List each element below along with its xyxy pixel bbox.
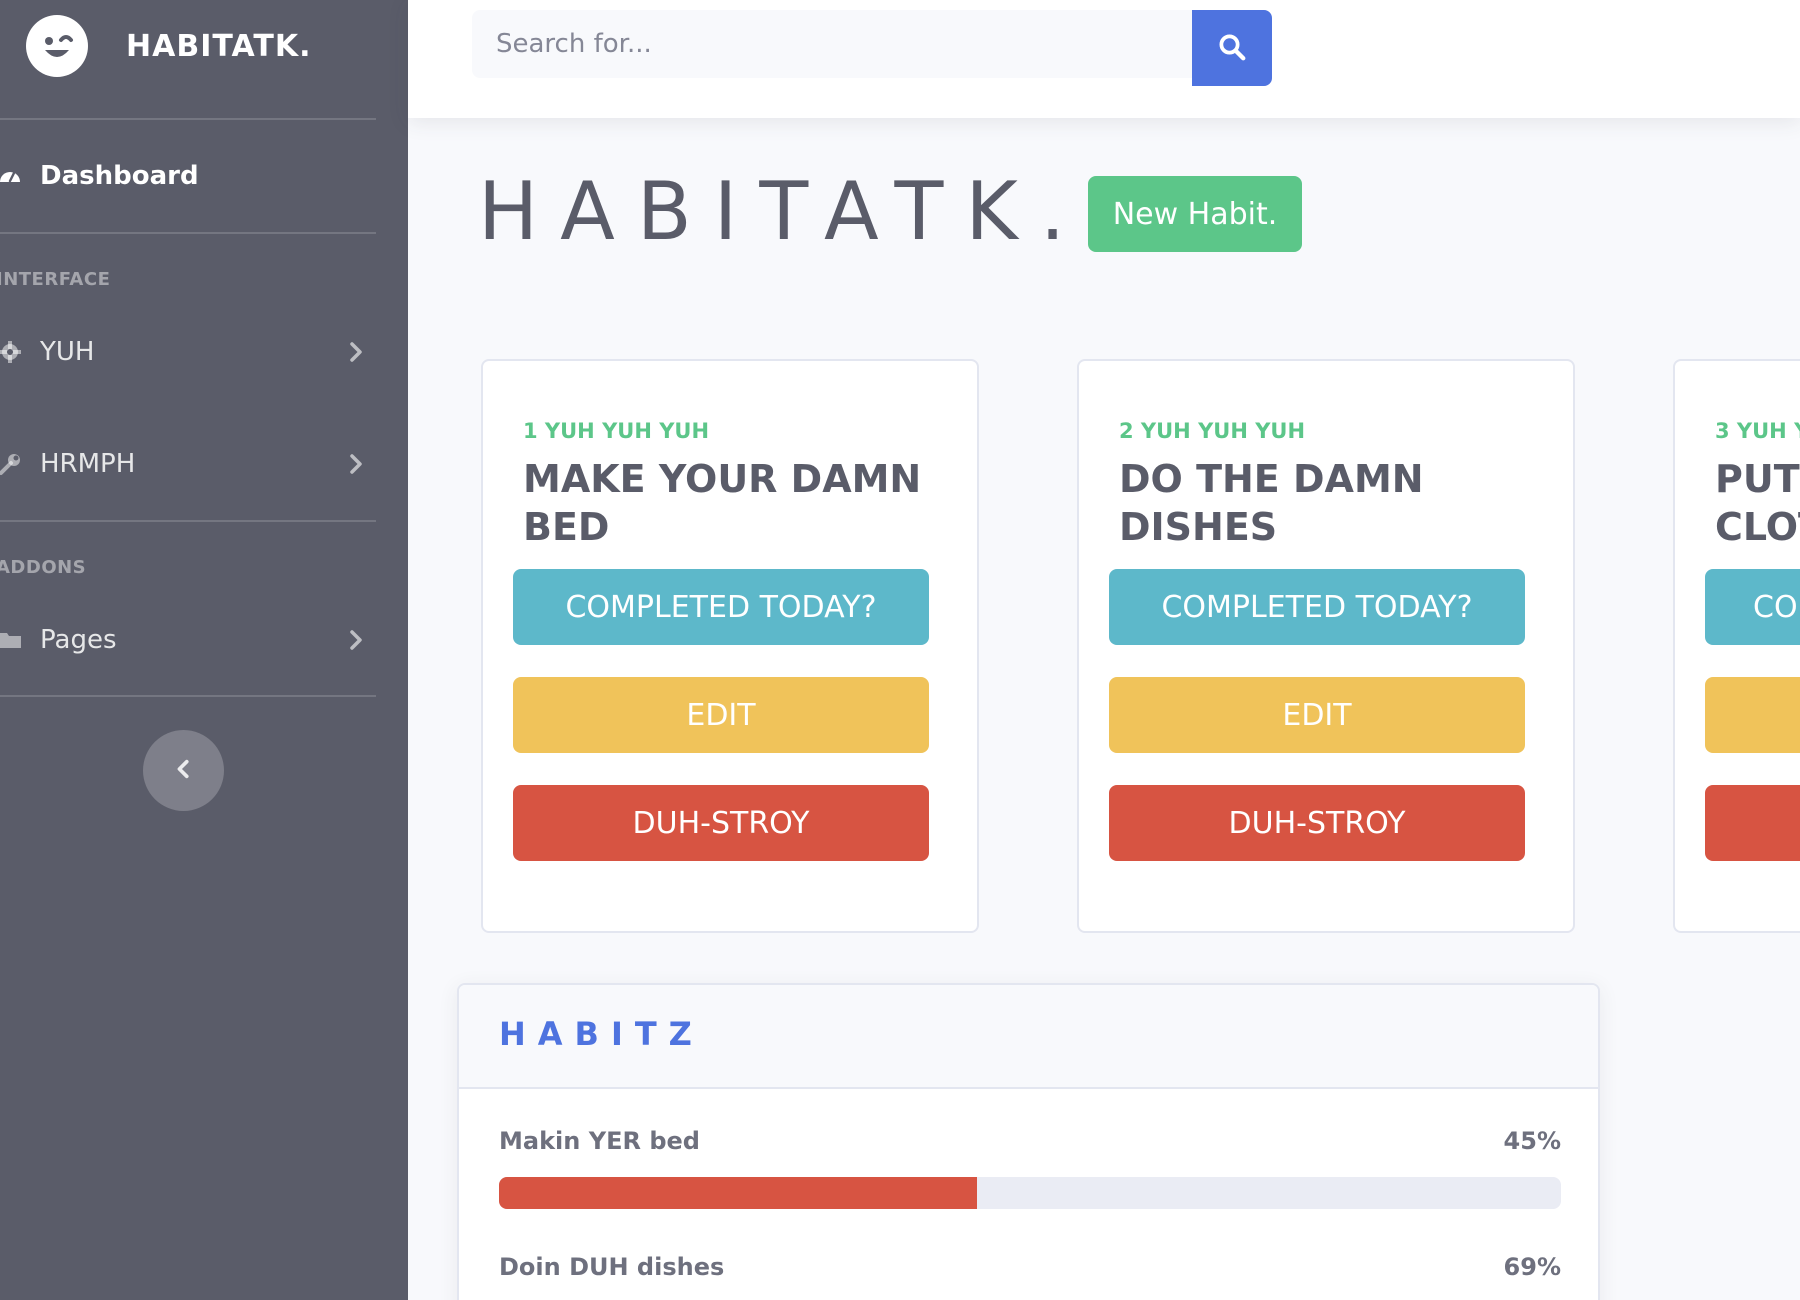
habit-card: 2 YUH YUH YUH DO THE DAMN DISHES COMPLET… [1077, 359, 1575, 933]
edit-button[interactable]: EDIT [1109, 677, 1525, 753]
completed-today-button[interactable]: CO [1705, 569, 1800, 645]
search-icon [1217, 32, 1247, 65]
gear-icon [0, 340, 22, 364]
sidebar-brand[interactable]: HABITATK. [26, 14, 311, 78]
search-input[interactable] [472, 10, 1192, 78]
habit-card: 3 YUH Y PUT CLOT CO [1673, 359, 1800, 933]
sidebar-item-label: YUH [40, 337, 95, 367]
destroy-button[interactable]: DUH-STROY [513, 785, 929, 861]
sidebar-toggle-button[interactable] [143, 730, 224, 811]
wink-face-logo-icon [26, 15, 88, 77]
chevron-right-icon [344, 628, 368, 652]
progress-label: Doin DUH dishes [499, 1253, 725, 1281]
search-button[interactable] [1192, 10, 1272, 86]
habit-card-title-line: DO THE DAMN [1119, 457, 1424, 501]
sidebar-heading-interface: INTERFACE [0, 269, 111, 290]
habitz-panel-title: HABITZ [499, 1015, 704, 1053]
edit-button[interactable] [1705, 677, 1800, 753]
habit-card-title-line: CLOT [1715, 505, 1800, 549]
sidebar-item-label: HRMPH [40, 449, 136, 479]
sidebar-item-dashboard[interactable]: Dashboard [0, 146, 376, 206]
habit-card: 1 YUH YUH YUH MAKE YOUR DAMN BED COMPLET… [481, 359, 979, 933]
tachometer-icon [0, 164, 22, 188]
wrench-icon [0, 452, 22, 476]
sidebar-item-label: Dashboard [40, 161, 199, 191]
progress-percent: 69% [1503, 1253, 1561, 1281]
completed-today-button[interactable]: COMPLETED TODAY? [1109, 569, 1525, 645]
progress-bar [499, 1177, 1561, 1209]
progress-bar-fill [499, 1177, 977, 1209]
search-bar [472, 10, 1272, 86]
progress-label: Makin YER bed [499, 1127, 700, 1155]
brand-name: HABITATK. [126, 28, 312, 64]
chevron-right-icon [344, 452, 368, 476]
sidebar: HABITATK. Dashboard INTERFACE YUH HRMPH … [0, 0, 408, 1300]
habitz-panel-header: HABITZ [459, 985, 1598, 1089]
sidebar-divider [0, 520, 376, 522]
sidebar-divider [0, 118, 376, 120]
sidebar-item-pages[interactable]: Pages [0, 610, 376, 670]
habit-card-kicker: 1 YUH YUH YUH [523, 419, 710, 443]
sidebar-item-hrmph[interactable]: HRMPH [0, 434, 376, 494]
progress-percent: 45% [1503, 1127, 1561, 1155]
destroy-button[interactable] [1705, 785, 1800, 861]
edit-button[interactable]: EDIT [513, 677, 929, 753]
habitz-panel: HABITZ Makin YER bed 45% Doin DUH dishes… [457, 983, 1600, 1300]
habit-card-title-line: BED [523, 505, 610, 549]
topbar [408, 0, 1800, 118]
habit-card-title-line: PUT [1715, 457, 1800, 501]
sidebar-divider [0, 232, 376, 234]
page-title: HABITATK. [478, 165, 1088, 258]
habit-card-title: MAKE YOUR DAMN BED [523, 455, 943, 551]
sidebar-item-yuh[interactable]: YUH [0, 322, 376, 382]
sidebar-divider [0, 695, 376, 697]
destroy-button[interactable]: DUH-STROY [1109, 785, 1525, 861]
habit-card-title-line: DISHES [1119, 505, 1278, 549]
chevron-left-icon [173, 758, 195, 784]
habit-card-title-line: MAKE YOUR DAMN [523, 457, 922, 501]
habit-card-kicker: 3 YUH Y [1715, 419, 1800, 443]
new-habit-button[interactable]: New Habit. [1088, 176, 1302, 252]
chevron-right-icon [344, 340, 368, 364]
folder-icon [0, 628, 22, 652]
sidebar-item-label: Pages [40, 625, 117, 655]
habit-card-title: DO THE DAMN DISHES [1119, 455, 1539, 551]
habit-card-kicker: 2 YUH YUH YUH [1119, 419, 1306, 443]
completed-today-button[interactable]: COMPLETED TODAY? [513, 569, 929, 645]
habit-card-title: PUT CLOT [1715, 455, 1800, 551]
sidebar-heading-addons: ADDONS [0, 557, 87, 578]
